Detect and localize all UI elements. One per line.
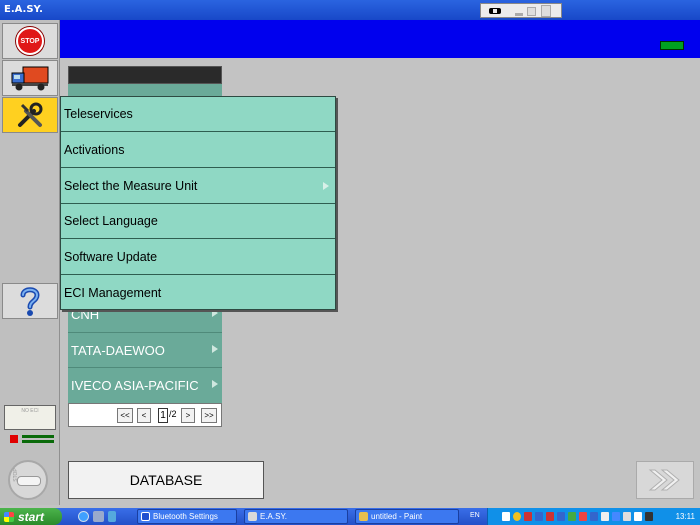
- restore-icon[interactable]: [541, 5, 551, 17]
- system-tray: EN 13:11: [470, 508, 700, 525]
- stop-knob-icon[interactable]: STOP: [8, 460, 48, 500]
- menu-item-measure-unit[interactable]: Select the Measure Unit: [61, 169, 335, 204]
- stop-knob-label: STOP: [12, 468, 19, 482]
- task-label: Bluetooth Settings: [153, 512, 218, 521]
- menu-item-label: Select Language: [64, 214, 158, 228]
- tools-button[interactable]: [2, 97, 58, 133]
- tray-icon[interactable]: [590, 512, 598, 521]
- easy-app-icon: [248, 512, 257, 521]
- page-total: /2: [169, 409, 177, 419]
- wifi-icon[interactable]: [634, 512, 642, 521]
- first-page-button[interactable]: <<: [117, 408, 133, 423]
- windows-flag-icon: [4, 511, 14, 522]
- menu-item-label: Teleservices: [64, 107, 133, 121]
- menu-item-activations[interactable]: Activations: [61, 133, 335, 168]
- arrow-icon[interactable]: [108, 511, 116, 522]
- tray-icon[interactable]: [502, 512, 510, 521]
- prev-page-button[interactable]: <: [137, 408, 151, 423]
- last-page-button[interactable]: >>: [201, 408, 217, 423]
- paint-icon: [359, 512, 368, 521]
- eci-red-indicator: [10, 435, 18, 443]
- question-mark-icon: [20, 287, 40, 316]
- ie-icon[interactable]: [78, 511, 89, 522]
- tray-icon[interactable]: [601, 512, 609, 521]
- tray-icon[interactable]: [557, 512, 565, 521]
- window-controls: [480, 3, 562, 18]
- chevron-right-icon: [212, 309, 218, 317]
- tray-icon[interactable]: [546, 512, 554, 521]
- window-titlebar: E.A.SY.: [0, 0, 700, 20]
- help-button[interactable]: [2, 283, 58, 319]
- vehicle-button[interactable]: [2, 60, 58, 96]
- menu-item-label: Activations: [64, 143, 125, 157]
- menu-item-teleservices[interactable]: Teleservices: [61, 97, 335, 132]
- brand-item-label: TATA-DAEWOO: [71, 342, 165, 358]
- task-label: untitled - Paint: [371, 512, 423, 521]
- double-chevron-right-icon: [648, 469, 680, 491]
- brand-item-tata-daewoo[interactable]: TATA-DAEWOO: [68, 332, 222, 367]
- menu-item-select-language[interactable]: Select Language: [61, 204, 335, 239]
- menu-item-software-update[interactable]: Software Update: [61, 240, 335, 275]
- brand-item-iveco-asia-pacific[interactable]: IVECO ASIA-PACIFIC: [68, 367, 222, 402]
- next-page-button[interactable]: >: [181, 408, 195, 423]
- database-button[interactable]: DATABASE: [68, 461, 264, 499]
- menu-item-label: Software Update: [64, 250, 158, 264]
- network-icon[interactable]: [623, 512, 631, 521]
- language-indicator[interactable]: EN: [470, 512, 480, 519]
- page-number[interactable]: 1: [158, 408, 168, 423]
- tray-icon[interactable]: [645, 512, 653, 521]
- start-label: start: [18, 509, 45, 524]
- forward-button[interactable]: [636, 461, 694, 499]
- connection-indicator: [660, 41, 684, 50]
- window-title: E.A.SY.: [4, 4, 43, 15]
- chevron-right-icon: [212, 345, 218, 353]
- tray-icon[interactable]: [579, 512, 587, 521]
- eci-status-panel: NO ECI: [2, 405, 58, 450]
- tray-icon[interactable]: [524, 512, 532, 521]
- stop-sign-icon: STOP: [16, 27, 44, 55]
- taskbar: start Bluetooth Settings E.A.SY. untitle…: [0, 508, 700, 525]
- submenu-arrow-icon: [323, 182, 329, 190]
- left-toolbar: STOP NO ECI STOP: [0, 20, 60, 505]
- list-header: [68, 66, 222, 84]
- tools-menu: Teleservices Activations Select the Meas…: [60, 96, 336, 310]
- menu-item-label: Select the Measure Unit: [64, 179, 198, 193]
- task-label: E.A.SY.: [260, 512, 287, 521]
- start-button[interactable]: start: [0, 508, 62, 525]
- header-bar: [60, 20, 700, 58]
- chevron-right-icon: [212, 380, 218, 388]
- pagination: << < 1 /2 > >>: [68, 403, 222, 427]
- menu-item-eci-management[interactable]: ECI Management: [61, 275, 335, 310]
- clock: 13:11: [675, 512, 695, 521]
- stop-button[interactable]: STOP: [2, 23, 58, 59]
- brand-item-label: IVECO ASIA-PACIFIC: [71, 377, 199, 393]
- task-easy[interactable]: E.A.SY.: [244, 509, 348, 524]
- menu-item-label: ECI Management: [64, 285, 162, 300]
- eci-signal-bar: [22, 435, 54, 438]
- bluetooth-icon: [141, 512, 150, 521]
- explorer-icon[interactable]: [93, 511, 104, 522]
- eci-signal-bar: [22, 440, 54, 443]
- shield-icon[interactable]: [513, 512, 521, 521]
- task-paint[interactable]: untitled - Paint: [355, 509, 459, 524]
- maximize-icon[interactable]: [527, 7, 536, 16]
- battery-icon: [489, 8, 501, 14]
- tray-icon[interactable]: [535, 512, 543, 521]
- eci-status-box: NO ECI: [4, 405, 56, 430]
- minimize-icon[interactable]: [515, 13, 523, 16]
- bluetooth-icon[interactable]: [612, 512, 620, 521]
- task-bluetooth-settings[interactable]: Bluetooth Settings: [137, 509, 237, 524]
- truck-icon: [11, 66, 49, 91]
- tray-icon[interactable]: [568, 512, 576, 521]
- tools-icon: [18, 102, 43, 127]
